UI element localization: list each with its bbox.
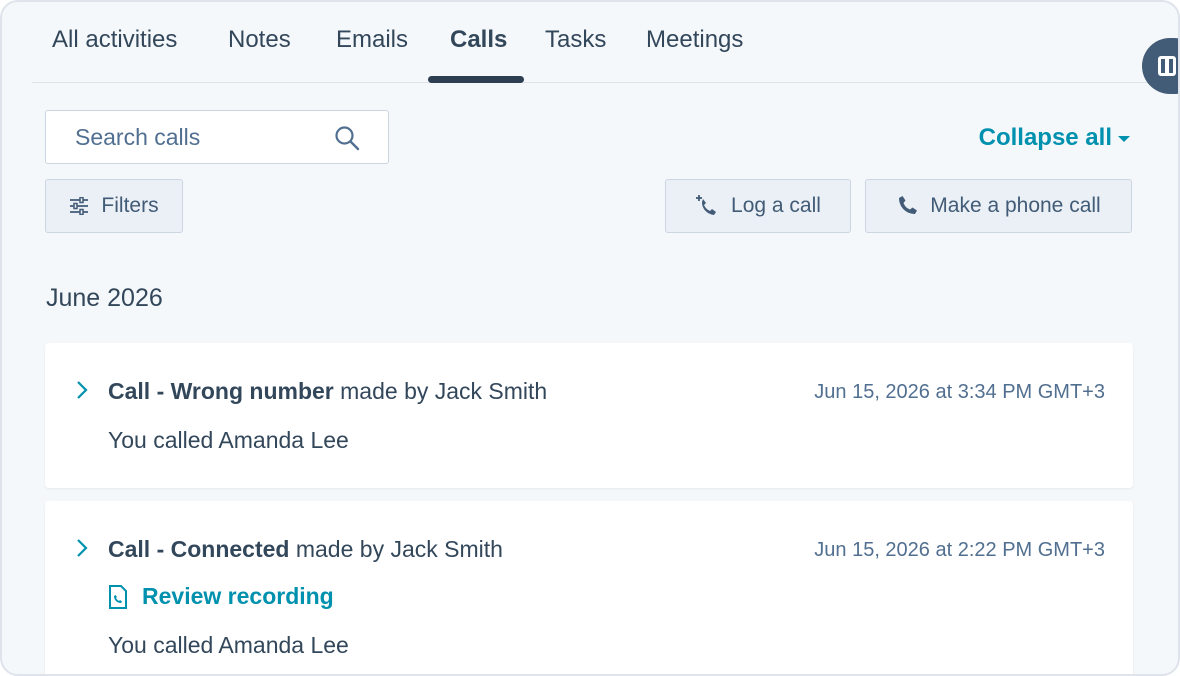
- active-tab-indicator: [428, 76, 524, 83]
- month-heading: June 2026: [46, 284, 163, 312]
- collapse-all-button[interactable]: Collapse all: [979, 124, 1130, 152]
- chevron-right-icon[interactable]: [75, 537, 89, 559]
- activity-panel: All activities Notes Emails Calls Tasks …: [0, 0, 1180, 676]
- filters-label: Filters: [101, 194, 159, 217]
- log-call-label: Log a call: [731, 194, 821, 217]
- call-title[interactable]: Call - Wrong number made by Jack Smith: [108, 378, 547, 405]
- make-phone-call-button[interactable]: Make a phone call: [865, 179, 1132, 233]
- call-timestamp: Jun 15, 2026 at 3:34 PM GMT+3: [814, 381, 1105, 403]
- review-recording-link[interactable]: Review recording: [108, 583, 334, 610]
- log-call-button[interactable]: Log a call: [665, 179, 851, 233]
- make-phone-call-label: Make a phone call: [930, 194, 1101, 217]
- search-input[interactable]: [46, 111, 336, 163]
- recording-file-icon: [109, 584, 127, 609]
- call-timestamp: Jun 15, 2026 at 2:22 PM GMT+3: [814, 539, 1105, 561]
- review-recording-label: Review recording: [142, 583, 334, 609]
- call-description: You called Amanda Lee: [108, 632, 349, 658]
- call-outcome: Call - Wrong number: [108, 378, 334, 404]
- call-outcome: Call - Connected: [108, 536, 290, 562]
- call-activity-card: Call - Connected made by Jack Smith Jun …: [45, 501, 1133, 674]
- tab-calls[interactable]: Calls: [450, 26, 507, 54]
- filters-button[interactable]: Filters: [45, 179, 183, 233]
- tab-meetings[interactable]: Meetings: [646, 26, 743, 54]
- tab-tasks[interactable]: Tasks: [545, 26, 606, 54]
- call-description: You called Amanda Lee: [108, 427, 349, 453]
- activity-tabs: All activities Notes Emails Calls Tasks …: [32, 2, 1178, 83]
- tab-all-activities[interactable]: All activities: [52, 26, 177, 54]
- call-author: made by Jack Smith: [289, 536, 503, 562]
- call-title[interactable]: Call - Connected made by Jack Smith: [108, 536, 503, 563]
- search-icon[interactable]: [334, 125, 360, 151]
- tab-emails[interactable]: Emails: [336, 26, 408, 54]
- caret-down-icon: [1118, 135, 1130, 142]
- call-author: made by Jack Smith: [333, 378, 548, 404]
- chevron-right-icon[interactable]: [75, 379, 89, 401]
- search-box: [45, 110, 389, 164]
- phone-icon: [899, 196, 918, 214]
- call-activity-card: Call - Wrong number made by Jack Smith J…: [45, 343, 1133, 488]
- filters-icon: [70, 197, 89, 215]
- phone-plus-icon: [696, 195, 717, 215]
- panel-toggle-icon: [1158, 56, 1176, 76]
- tab-notes[interactable]: Notes: [228, 26, 291, 54]
- collapse-all-label: Collapse all: [978, 124, 1112, 151]
